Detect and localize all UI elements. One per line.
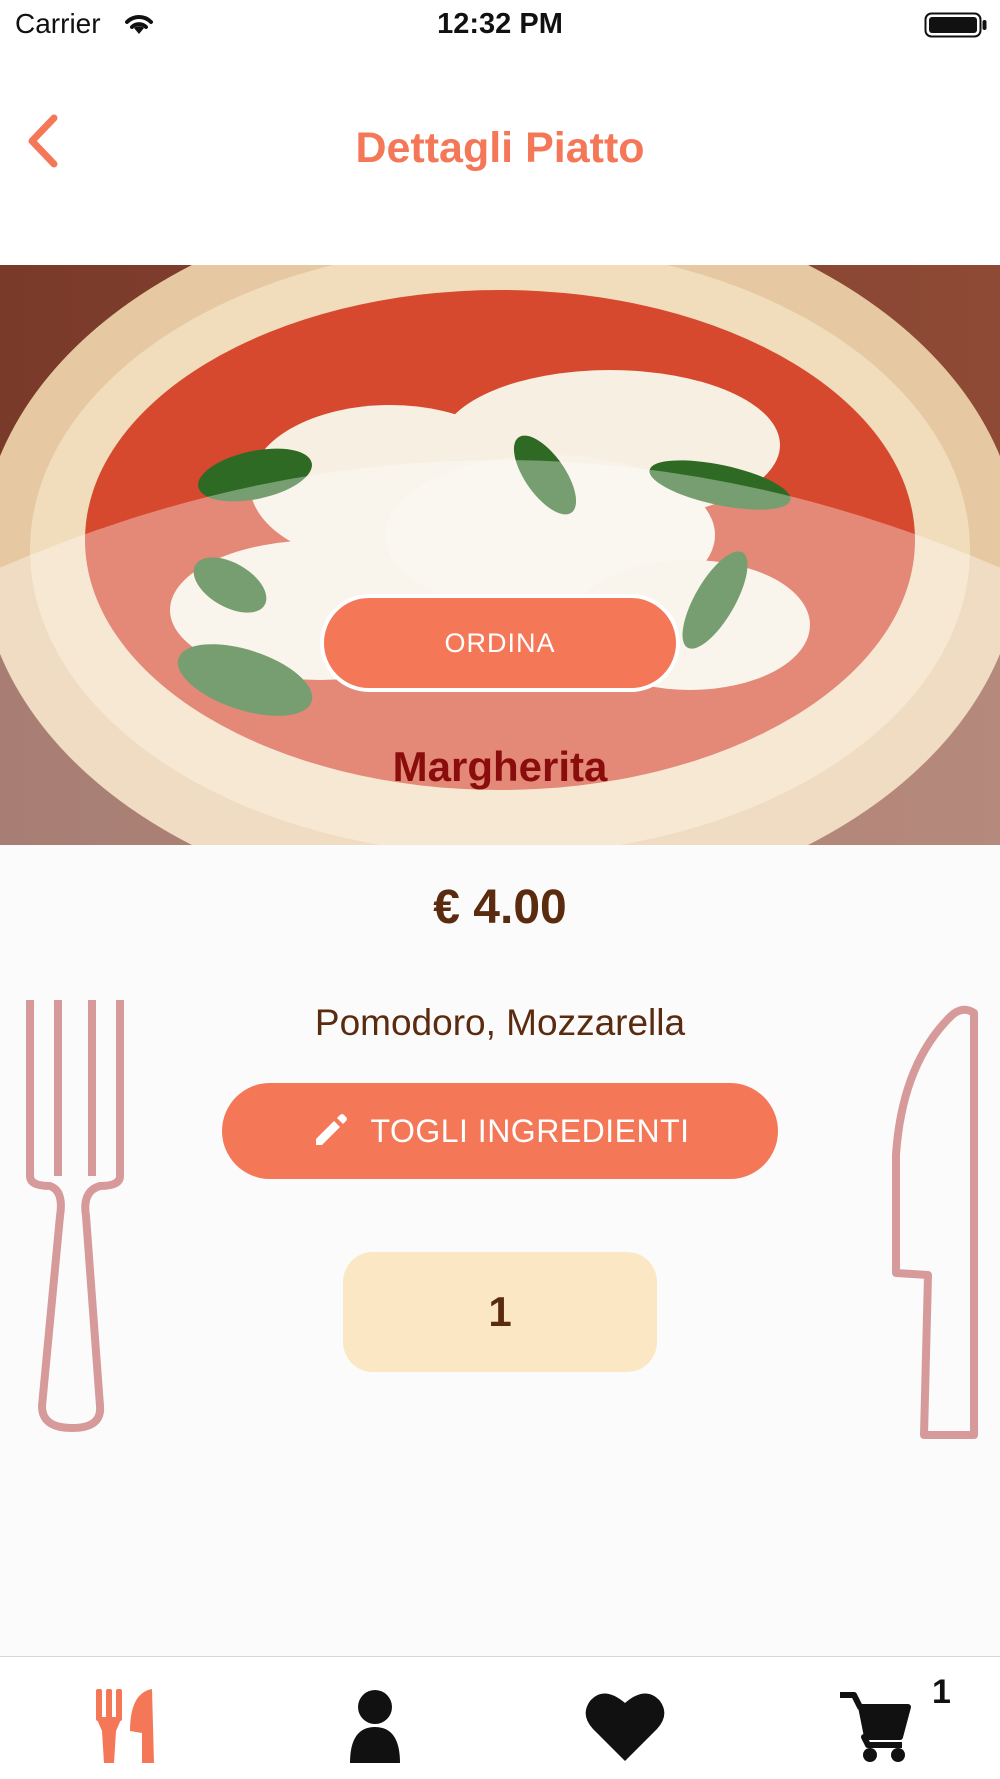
quantity-field[interactable]: 1 — [343, 1252, 657, 1372]
order-button[interactable]: ORDINA — [320, 594, 680, 692]
heart-icon — [585, 1693, 665, 1761]
pencil-icon — [316, 1114, 348, 1145]
dish-price: € 4.00 — [433, 881, 567, 934]
utensils-icon — [96, 1689, 154, 1763]
status-bar: Carrier 12:32 PM — [0, 0, 1000, 50]
remove-ingredients-button[interactable]: TOGLI INGREDIENTI — [222, 1083, 778, 1179]
tab-favorites[interactable] — [500, 1657, 750, 1779]
user-icon — [350, 1690, 400, 1763]
tab-bar: 1 — [0, 1656, 1000, 1779]
status-time: 12:32 PM — [437, 8, 563, 40]
battery-icon — [924, 12, 987, 38]
tab-menu[interactable] — [0, 1657, 250, 1779]
tab-profile[interactable] — [250, 1657, 500, 1779]
navigation-bar: Dettagli Piatto — [0, 50, 1000, 265]
remove-ingredients-label: TOGLI INGREDIENTI — [370, 1112, 690, 1149]
dish-hero: ORDINA Margherita — [0, 265, 1000, 845]
knife-icon — [892, 1005, 978, 1439]
dish-name: Margherita — [392, 743, 608, 790]
cart-count-badge: 1 — [932, 1673, 951, 1711]
page-title: Dettagli Piatto — [355, 124, 645, 172]
cart-icon — [840, 1692, 911, 1762]
tab-cart[interactable] — [750, 1657, 1000, 1779]
dish-ingredients: Pomodoro, Mozzarella — [314, 1002, 686, 1043]
fork-icon — [26, 1000, 124, 1432]
